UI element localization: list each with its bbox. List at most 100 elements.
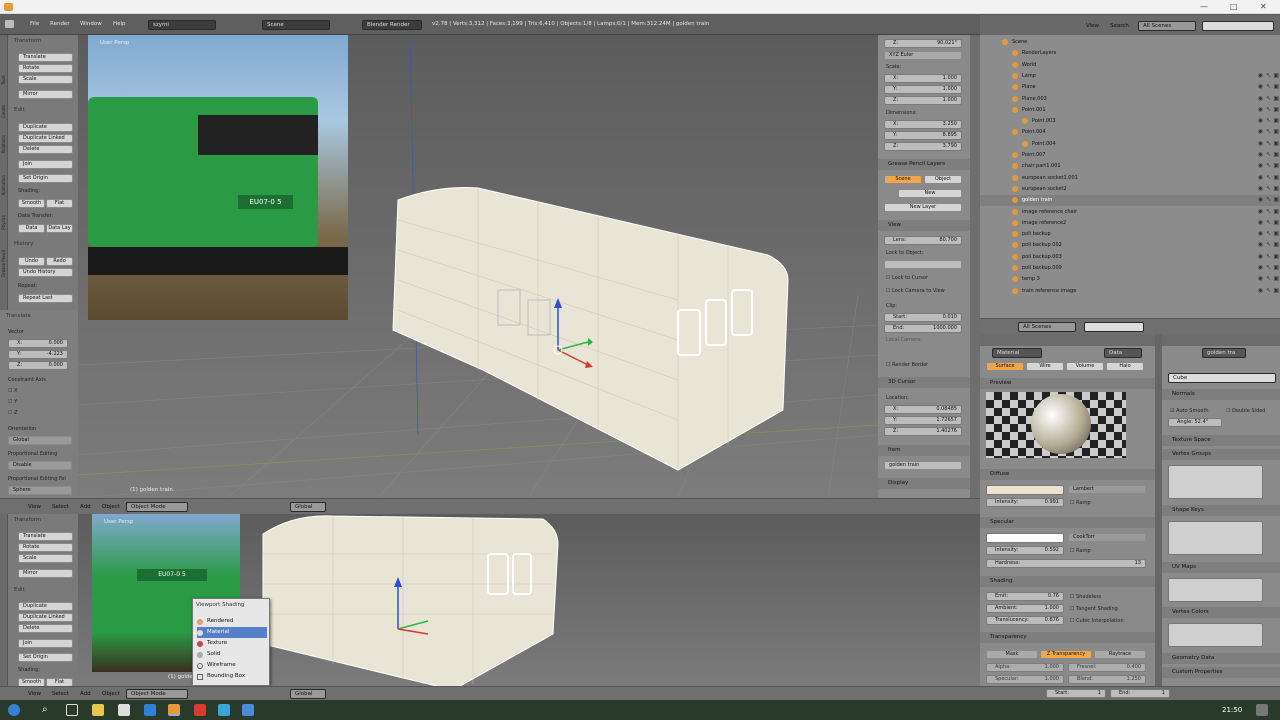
menu-select[interactable]: Select (52, 504, 69, 510)
set-origin-select[interactable]: Set Origin (18, 174, 73, 183)
renderable-camera-icon[interactable]: ▣ (1273, 208, 1279, 215)
selectable-cursor-icon[interactable]: ↖ (1266, 140, 1271, 147)
tab-grease-pencil[interactable]: Grease Pencil (1, 250, 7, 277)
renderable-camera-icon[interactable]: ▣ (1273, 230, 1279, 237)
tangent-shading-checkbox[interactable]: ☐ Tangent Shading (1070, 606, 1118, 612)
dimension-x-field[interactable]: X: 3.250 (884, 120, 962, 129)
transparency-mask-tab[interactable]: Mask (986, 650, 1038, 659)
editor-type-icon[interactable] (5, 20, 14, 28)
duplicate-button[interactable]: Duplicate (18, 123, 73, 132)
tab-halo[interactable]: Halo (1106, 362, 1144, 371)
edit-panel-header-bottom[interactable]: Edit (14, 587, 25, 593)
rotate-button-bottom[interactable]: Rotate (18, 543, 73, 552)
minimize-button[interactable]: — (1200, 2, 1208, 11)
geometry-data-header[interactable]: Geometry Data (1162, 653, 1280, 664)
selectable-cursor-icon[interactable]: ↖ (1266, 174, 1271, 181)
menu-view[interactable]: View (28, 504, 41, 510)
notifications-icon[interactable] (1256, 704, 1268, 716)
outliner-row[interactable]: Plane ◉ ↖ ▣ (980, 82, 1280, 93)
vertex-groups-list[interactable] (1168, 465, 1263, 499)
selectable-cursor-icon[interactable]: ↖ (1266, 196, 1271, 203)
visibility-eye-icon[interactable]: ◉ (1258, 196, 1263, 203)
frame-end-field[interactable]: End: 1 (1110, 689, 1170, 698)
renderable-camera-icon[interactable]: ▣ (1273, 95, 1279, 102)
app-blue-icon[interactable] (218, 704, 230, 716)
double-sided-checkbox[interactable]: ☐ Double Sided (1226, 408, 1265, 414)
train-car-mesh[interactable] (378, 180, 808, 480)
shape-keys-list[interactable] (1168, 521, 1263, 555)
mirror-button[interactable]: Mirror (18, 90, 73, 99)
preview-header[interactable]: Preview (980, 378, 1155, 389)
clip-end-field[interactable]: End: 1000.000 (884, 324, 962, 333)
specular-shader-select[interactable]: CookTorr (1068, 533, 1146, 542)
gp-new-layer-button[interactable]: New Layer (884, 203, 962, 212)
outliner-row[interactable]: Lamp ◉ ↖ ▣ (980, 71, 1280, 82)
outliner-menu-search[interactable]: Search (1110, 23, 1129, 29)
outliner-menu-view[interactable]: View (1086, 23, 1099, 29)
tab-surface[interactable]: Surface (986, 362, 1024, 371)
shading-rendered-option[interactable]: Rendered (197, 616, 267, 627)
outliner-row[interactable]: Point.001 ◉ ↖ ▣ (980, 105, 1280, 116)
join-button-bottom[interactable]: Join (18, 639, 73, 648)
screen-layout-field[interactable]: szymi (148, 20, 216, 30)
shadeless-checkbox[interactable]: ☐ Shadeless (1070, 594, 1101, 600)
set-origin-button-bottom[interactable]: Set Origin (18, 653, 73, 662)
visibility-eye-icon[interactable]: ◉ (1258, 208, 1263, 215)
scale-y-field[interactable]: Y: 1.000 (884, 85, 962, 94)
visibility-eye-icon[interactable]: ◉ (1258, 241, 1263, 248)
renderable-camera-icon[interactable]: ▣ (1273, 162, 1279, 169)
selectable-cursor-icon[interactable]: ↖ (1266, 208, 1271, 215)
cubic-interpolation-checkbox[interactable]: ☐ Cubic Interpolation (1070, 618, 1124, 624)
cursor-x-field[interactable]: X: 0.08485 (884, 405, 962, 414)
menu-window[interactable]: Window (80, 21, 102, 27)
outliner-row[interactable]: poli backup.003 ◉ ↖ ▣ (980, 252, 1280, 263)
undo-history-button[interactable]: Undo History (18, 268, 73, 277)
dimension-y-field[interactable]: Y: 8.895 (884, 131, 962, 140)
edge-icon[interactable] (144, 704, 156, 716)
vertex-colors-header[interactable]: Vertex Colors (1162, 607, 1280, 618)
diffuse-intensity-field[interactable]: Intensity: 0.991 (986, 498, 1064, 507)
visibility-eye-icon[interactable]: ◉ (1258, 83, 1263, 90)
data-button[interactable]: Data (18, 224, 45, 233)
outliner-row[interactable]: image reference chair ◉ ↖ ▣ (980, 207, 1280, 218)
shading-wireframe-option[interactable]: Wireframe (197, 660, 267, 671)
renderable-camera-icon[interactable]: ▣ (1273, 253, 1279, 260)
shading-header[interactable]: Shading (980, 576, 1155, 587)
menu-object-bottom[interactable]: Object (102, 691, 120, 697)
object-name-field[interactable]: golden tra (1202, 348, 1246, 358)
specular-alpha-field[interactable]: Specular: 1.000 (986, 675, 1064, 684)
diffuse-color-swatch[interactable] (986, 485, 1064, 495)
tab-volume[interactable]: Volume (1066, 362, 1104, 371)
lens-field[interactable]: Lens: 80.700 (884, 236, 962, 245)
fresnel-field[interactable]: Fresnel: 0.400 (1068, 663, 1146, 672)
app-red-icon[interactable] (194, 704, 206, 716)
search-icon[interactable]: ⌕ (42, 704, 54, 716)
vector-x-field[interactable]: X: 0.000 (8, 339, 68, 348)
edit-panel-header[interactable]: Edit (14, 107, 25, 113)
emit-field[interactable]: Emit: 0.76 (986, 592, 1064, 601)
outliner-row[interactable]: chair part1.001 ◉ ↖ ▣ (980, 161, 1280, 172)
redo-button[interactable]: Redo (46, 257, 73, 266)
clip-start-field[interactable]: Start: 0.010 (884, 313, 962, 322)
proportional-editing-select[interactable]: Disable (8, 461, 72, 470)
translate-button-bottom[interactable]: Translate (18, 532, 73, 541)
visibility-eye-icon[interactable]: ◉ (1258, 287, 1263, 294)
duplicate-linked-button-bottom[interactable]: Duplicate Linked (18, 613, 73, 622)
visibility-eye-icon[interactable]: ◉ (1258, 106, 1263, 113)
selectable-cursor-icon[interactable]: ↖ (1266, 185, 1271, 192)
outliner-row[interactable]: Point.004 ◉ ↖ ▣ (980, 139, 1280, 150)
selectable-cursor-icon[interactable]: ↖ (1266, 230, 1271, 237)
renderable-camera-icon[interactable]: ▣ (1273, 287, 1279, 294)
lock-to-cursor-checkbox[interactable]: ☐ Lock to Cursor (886, 275, 928, 281)
transparency-header[interactable]: Transparency (980, 632, 1155, 643)
outliner-row[interactable]: image reference2 ◉ ↖ ▣ (980, 218, 1280, 229)
mode-select[interactable]: Object Mode (126, 502, 188, 512)
vertex-colors-list[interactable] (1168, 623, 1263, 647)
selectable-cursor-icon[interactable]: ↖ (1266, 83, 1271, 90)
close-button[interactable]: ✕ (1260, 2, 1267, 11)
scale-button[interactable]: Scale (18, 75, 73, 84)
item-name-field[interactable]: golden train (884, 461, 962, 470)
auto-smooth-angle-field[interactable]: Angle: 52.4° (1168, 418, 1222, 427)
selectable-cursor-icon[interactable]: ↖ (1266, 287, 1271, 294)
outliner-row[interactable]: temp 3 ◉ ↖ ▣ (980, 274, 1280, 285)
